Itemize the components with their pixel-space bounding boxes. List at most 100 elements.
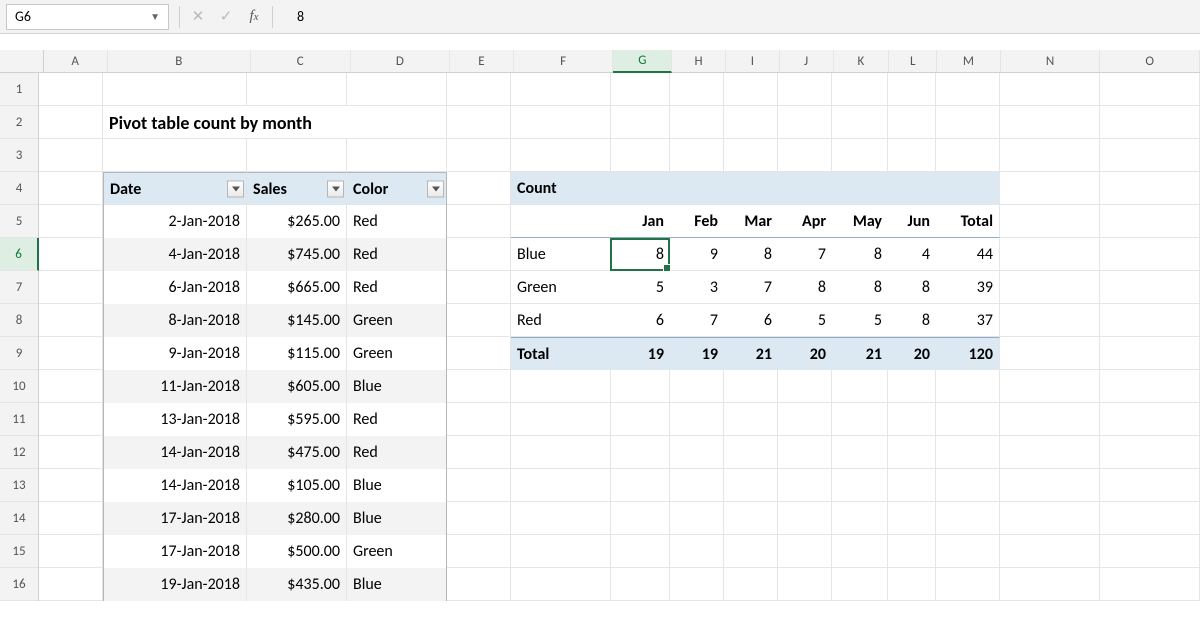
pivot-cell[interactable]: 39 [936,271,1000,304]
table-cell[interactable]: 8-Jan-2018 [103,304,247,337]
pivot-total-cell[interactable]: 21 [724,337,778,370]
cell[interactable] [39,370,103,403]
cell[interactable] [778,139,832,172]
pivot-cell[interactable]: 4 [888,238,936,271]
cell[interactable] [936,139,1000,172]
table-cell[interactable]: $265.00 [247,205,347,238]
cell[interactable] [511,535,611,568]
table-cell[interactable]: Green [347,535,447,568]
cell[interactable] [39,337,103,370]
cell[interactable] [511,205,611,238]
cell[interactable] [611,139,670,172]
filter-icon[interactable] [327,181,344,198]
cell[interactable] [832,502,888,535]
table-cell[interactable]: Red [347,271,447,304]
cell[interactable] [670,436,724,469]
pivot-cell[interactable]: 8 [888,304,936,337]
cell[interactable] [511,502,611,535]
row-header[interactable]: 4 [0,172,38,205]
pivot-cell[interactable]: 8 [832,238,888,271]
cell[interactable] [39,502,103,535]
cell[interactable] [724,139,778,172]
cell[interactable] [888,535,936,568]
cell[interactable] [1000,568,1100,601]
pivot-cell[interactable]: 5 [778,304,832,337]
row-header[interactable]: 8 [0,304,38,337]
cell[interactable] [888,370,936,403]
pivot-col-label[interactable]: Apr [778,205,832,238]
col-header-D[interactable]: D [351,50,451,72]
cell[interactable] [670,73,724,106]
cell[interactable] [778,535,832,568]
cell[interactable] [447,172,511,205]
table-cell[interactable]: Green [347,337,447,370]
cell[interactable] [447,205,511,238]
col-header-E[interactable]: E [450,50,514,72]
cell[interactable] [447,436,511,469]
row-header[interactable]: 5 [0,205,38,238]
col-header-L[interactable]: L [889,50,937,72]
cell[interactable] [39,568,103,601]
cell[interactable] [39,403,103,436]
cell[interactable] [39,436,103,469]
cell[interactable] [778,469,832,502]
cell[interactable] [1000,106,1100,139]
row-header[interactable]: 9 [0,337,38,370]
col-header-M[interactable]: M [937,50,1001,72]
pivot-cell[interactable]: 8 [888,271,936,304]
pivot-cell[interactable]: 7 [670,304,724,337]
table-cell[interactable]: 11-Jan-2018 [103,370,247,403]
cell[interactable] [670,106,724,139]
cell[interactable] [888,139,936,172]
cell[interactable] [832,535,888,568]
cell[interactable] [1100,205,1200,238]
cell[interactable] [247,139,347,172]
cell[interactable] [1100,502,1200,535]
cell[interactable] [724,502,778,535]
pivot-cell[interactable]: 37 [936,304,1000,337]
pivot-cell[interactable]: 6 [611,304,670,337]
cell[interactable] [888,172,936,205]
cell[interactable] [447,403,511,436]
cell[interactable] [778,403,832,436]
row-header[interactable]: 2 [0,106,38,139]
table-cell[interactable]: $435.00 [247,568,347,601]
cell[interactable] [888,436,936,469]
name-box[interactable]: G6 ▼ [6,4,169,30]
cell[interactable] [724,535,778,568]
cell[interactable] [611,172,670,205]
pivot-cell[interactable]: 7 [724,271,778,304]
cell[interactable] [832,73,888,106]
cell[interactable] [888,568,936,601]
cell[interactable] [936,172,1000,205]
pivot-col-label[interactable]: Total [936,205,1000,238]
cell[interactable] [888,502,936,535]
cell[interactable] [447,568,511,601]
cell[interactable] [936,535,1000,568]
cell[interactable] [611,73,670,106]
col-header-I[interactable]: I [726,50,780,72]
cell[interactable] [1100,403,1200,436]
cell[interactable] [1100,271,1200,304]
cell[interactable] [611,568,670,601]
table-cell[interactable]: Red [347,436,447,469]
filter-icon[interactable] [227,181,244,198]
cell[interactable] [1000,172,1100,205]
cell[interactable] [103,139,247,172]
pivot-total-cell[interactable]: 120 [936,337,1000,370]
pivot-col-label[interactable]: Feb [670,205,724,238]
cell[interactable] [888,73,936,106]
cell[interactable] [39,535,103,568]
pivot-cell[interactable]: 44 [936,238,1000,271]
col-header-N[interactable]: N [1001,50,1101,72]
pivot-total-cell[interactable]: 19 [670,337,724,370]
cell[interactable] [832,370,888,403]
cell[interactable] [832,436,888,469]
cell[interactable] [670,172,724,205]
table-cell[interactable]: $280.00 [247,502,347,535]
cell[interactable] [39,271,103,304]
cell[interactable] [1100,172,1200,205]
cell[interactable] [778,370,832,403]
cell[interactable] [39,238,103,271]
pivot-col-label[interactable]: Jun [888,205,936,238]
